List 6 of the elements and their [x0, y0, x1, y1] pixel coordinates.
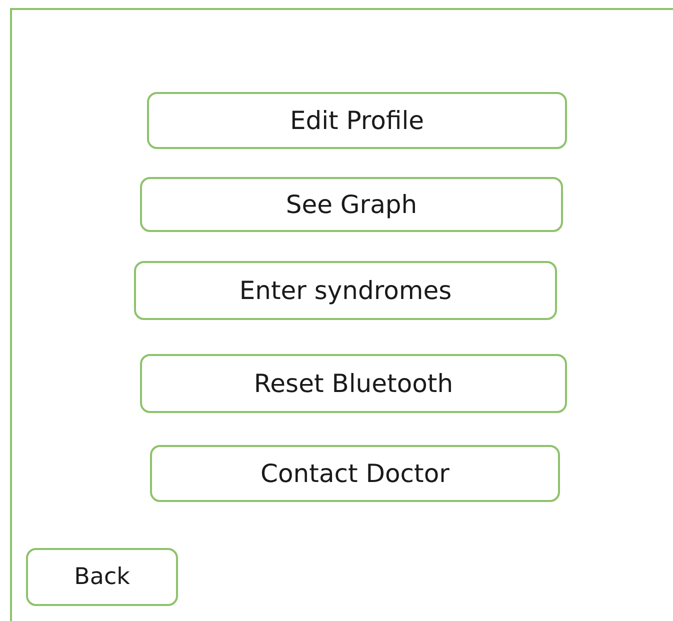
menu-button[interactable]: Enter syndromes — [134, 261, 557, 320]
menu-button[interactable]: Edit Profile — [147, 92, 567, 149]
menu-button[interactable]: See Graph — [140, 177, 563, 232]
back-button[interactable]: Back — [26, 548, 178, 606]
menu-button[interactable]: Reset Bluetooth — [140, 354, 567, 413]
menu-button[interactable]: Contact Doctor — [150, 445, 560, 502]
